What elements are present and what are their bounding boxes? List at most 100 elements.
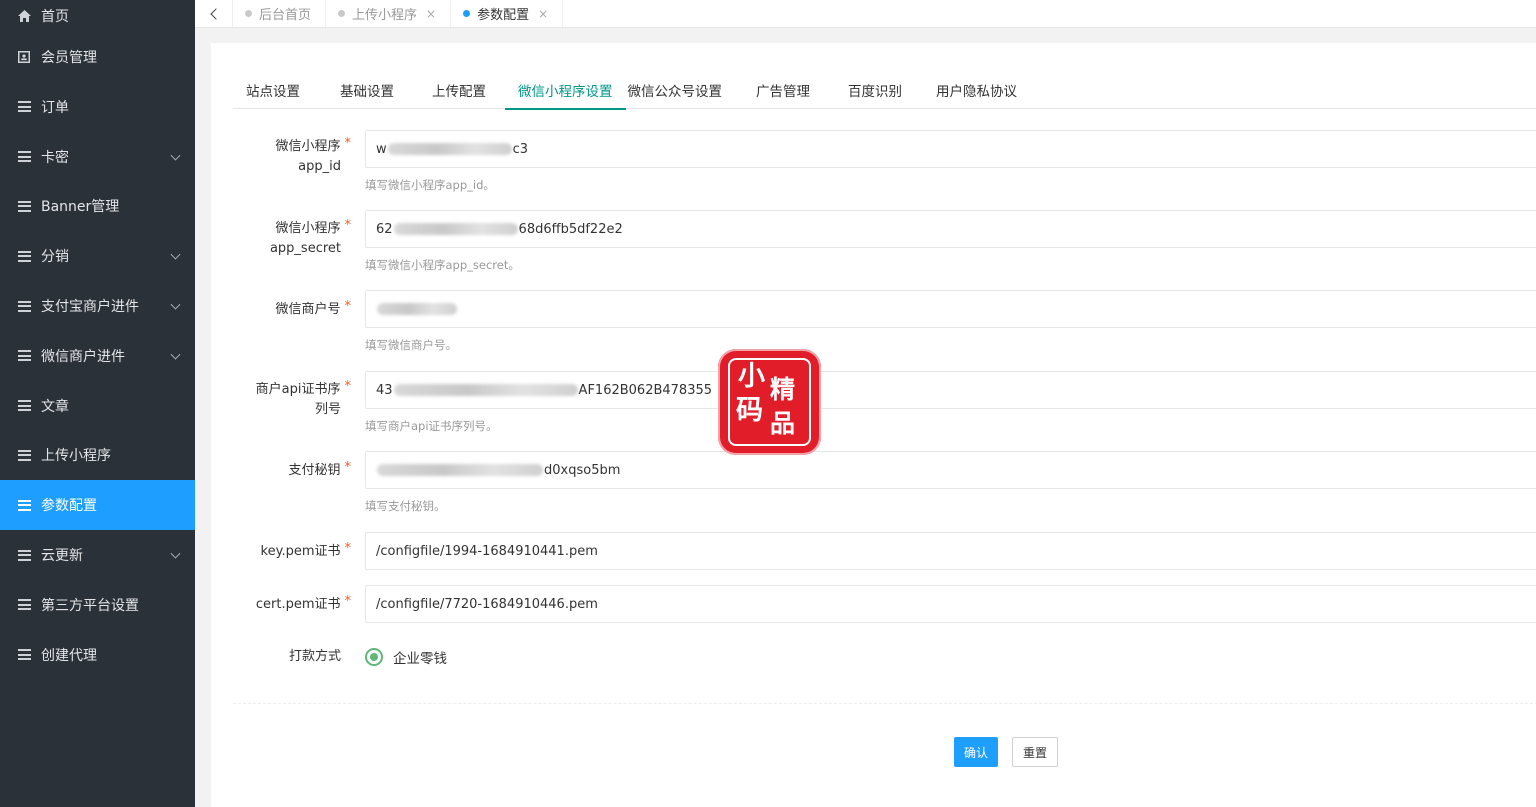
sidebar-item-label: 参数配置 — [41, 498, 97, 515]
required-mark: * — [344, 218, 352, 233]
sidebar-item-create-agent[interactable]: 创建代理 — [0, 630, 195, 680]
chevron-down-icon — [170, 150, 181, 161]
confirm-button[interactable]: 确认 — [954, 737, 998, 767]
sidebar-item-distribution[interactable]: 分销 — [0, 231, 195, 281]
app-id-input[interactable]: w c3 — [365, 130, 1536, 168]
close-icon[interactable]: × — [426, 7, 436, 21]
sidebar-item-label: 支付宝商户进件 — [41, 299, 139, 316]
label-text: 微信商户号 — [275, 302, 341, 317]
tab-privacy-agreement[interactable]: 用户隐私协议 — [923, 71, 1030, 109]
list-icon — [17, 199, 31, 213]
field-label: 微信小程序 * app_secret — [221, 218, 352, 259]
field-label: 微信商户号 * — [221, 299, 351, 320]
settings-card: 站点设置 基础设置 上传配置 微信小程序设置 微信公众号设置 广告管理 百度识别… — [211, 43, 1536, 807]
app-secret-input[interactable]: 62 68d6ffb5df22e2 — [365, 210, 1536, 248]
required-mark: * — [344, 460, 352, 475]
sidebar-item-third-party[interactable]: 第三方平台设置 — [0, 580, 195, 630]
page-tab-home[interactable]: 后台首页 — [233, 0, 327, 27]
chevron-down-icon — [170, 299, 181, 310]
payout-radio-corporate-change[interactable]: 企业零钱 — [365, 647, 447, 667]
sidebar-item-params[interactable]: 参数配置 — [0, 480, 195, 531]
stamp-char: 品 — [770, 409, 796, 438]
value-suffix: d0xqso5bm — [544, 462, 621, 478]
chevron-down-icon — [170, 548, 181, 559]
chevron-left-icon — [209, 7, 222, 20]
list-icon — [17, 498, 31, 512]
sidebar-item-orders[interactable]: 订单 — [0, 82, 195, 132]
sidebar-item-label: 分销 — [41, 249, 69, 266]
redaction-blur — [393, 223, 518, 235]
list-icon — [17, 448, 31, 462]
field-label: 打款方式 — [221, 647, 351, 667]
stamp-char: 码 — [736, 395, 763, 426]
label-text: 列号 — [314, 402, 341, 417]
label-text: 打款方式 — [288, 649, 341, 664]
tab-baidu-recognition[interactable]: 百度识别 — [835, 71, 915, 109]
form-divider — [233, 703, 1536, 704]
reset-button[interactable]: 重置 — [1012, 737, 1058, 767]
cert-pem-input[interactable]: /configfile/7720-1684910446.pem — [365, 585, 1536, 623]
close-icon[interactable]: × — [538, 7, 548, 21]
field-label: key.pem证书 * — [221, 541, 352, 562]
tab-scroll-left-button[interactable] — [195, 0, 233, 27]
sidebar-item-label: Banner管理 — [41, 199, 120, 216]
sidebar-item-articles[interactable]: 文章 — [0, 381, 195, 431]
tab-site-settings[interactable]: 站点设置 — [233, 71, 313, 109]
list-icon — [17, 150, 31, 164]
redaction-blur — [387, 143, 512, 155]
sidebar-item-banner[interactable]: Banner管理 — [0, 182, 195, 232]
tab-miniprogram-settings[interactable]: 微信小程序设置 — [505, 71, 626, 110]
field-hint: 填写支付秘钥。 — [365, 499, 446, 513]
redaction-blur — [393, 384, 578, 396]
sidebar-item-cloud-update[interactable]: 云更新 — [0, 530, 195, 580]
key-pem-input[interactable]: /configfile/1994-1684910441.pem — [365, 532, 1536, 570]
merchant-id-input[interactable] — [365, 290, 1536, 328]
value-suffix: AF162B062B478355 — [578, 382, 713, 398]
sidebar-item-label: 云更新 — [41, 548, 83, 565]
chevron-down-icon — [170, 249, 181, 260]
page-tab-upload-miniprogram[interactable]: 上传小程序 × — [326, 0, 452, 27]
sidebar-item-label: 订单 — [41, 99, 69, 116]
required-mark: * — [344, 541, 352, 556]
cert-serial-input[interactable]: 43 AF162B062B478355 — [365, 371, 1536, 409]
tab-upload-config[interactable]: 上传配置 — [419, 71, 499, 109]
label-text: 微信小程序 — [275, 139, 341, 154]
list-icon — [17, 598, 31, 612]
value-prefix: w — [376, 141, 387, 157]
sidebar-item-label: 卡密 — [41, 149, 69, 166]
sidebar-item-cards[interactable]: 卡密 — [0, 132, 195, 182]
sidebar-item-label: 上传小程序 — [41, 448, 111, 465]
field-label: 微信小程序 * app_id — [221, 136, 352, 177]
value-prefix: 43 — [376, 382, 393, 398]
stamp-char: 小 — [738, 361, 765, 392]
list-icon — [17, 399, 31, 413]
page-tab-label: 参数配置 — [477, 8, 530, 23]
field-label: 商户api证书序 * 列号 — [221, 379, 351, 420]
sidebar-item-home[interactable]: 首页 — [0, 0, 195, 32]
sidebar-item-alipay-onboarding[interactable]: 支付宝商户进件 — [0, 281, 195, 331]
settings-tabs: 站点设置 基础设置 上传配置 微信小程序设置 微信公众号设置 广告管理 百度识别… — [233, 71, 1536, 110]
chevron-down-icon — [170, 349, 181, 360]
pay-key-input[interactable]: d0xqso5bm — [365, 451, 1536, 489]
member-card-icon — [17, 50, 31, 64]
value-suffix: c3 — [512, 141, 529, 157]
field-hint: 填写微信小程序app_secret。 — [365, 258, 520, 272]
field-label: cert.pem证书 * — [221, 594, 352, 615]
sidebar-item-members[interactable]: 会员管理 — [0, 32, 195, 82]
sidebar-item-wechat-onboarding[interactable]: 微信商户进件 — [0, 331, 195, 381]
label-text: key.pem证书 — [260, 544, 341, 559]
sidebar-item-label: 首页 — [41, 9, 69, 25]
redaction-blur — [377, 464, 543, 476]
sidebar-item-upload-miniprogram[interactable]: 上传小程序 — [0, 431, 195, 481]
tab-ad-management[interactable]: 广告管理 — [743, 71, 823, 109]
page-tab-label: 后台首页 — [259, 8, 312, 23]
required-mark: * — [344, 594, 352, 609]
field-hint: 填写微信小程序app_id。 — [365, 178, 495, 192]
field-hint: 填写商户api证书序列号。 — [365, 419, 498, 433]
tab-official-account-settings[interactable]: 微信公众号设置 — [615, 71, 736, 109]
page-tab-params[interactable]: 参数配置 × — [451, 0, 564, 27]
tab-basic-settings[interactable]: 基础设置 — [327, 71, 407, 109]
value-prefix: 62 — [376, 221, 393, 237]
required-mark: * — [344, 136, 352, 151]
list-icon — [17, 249, 31, 263]
